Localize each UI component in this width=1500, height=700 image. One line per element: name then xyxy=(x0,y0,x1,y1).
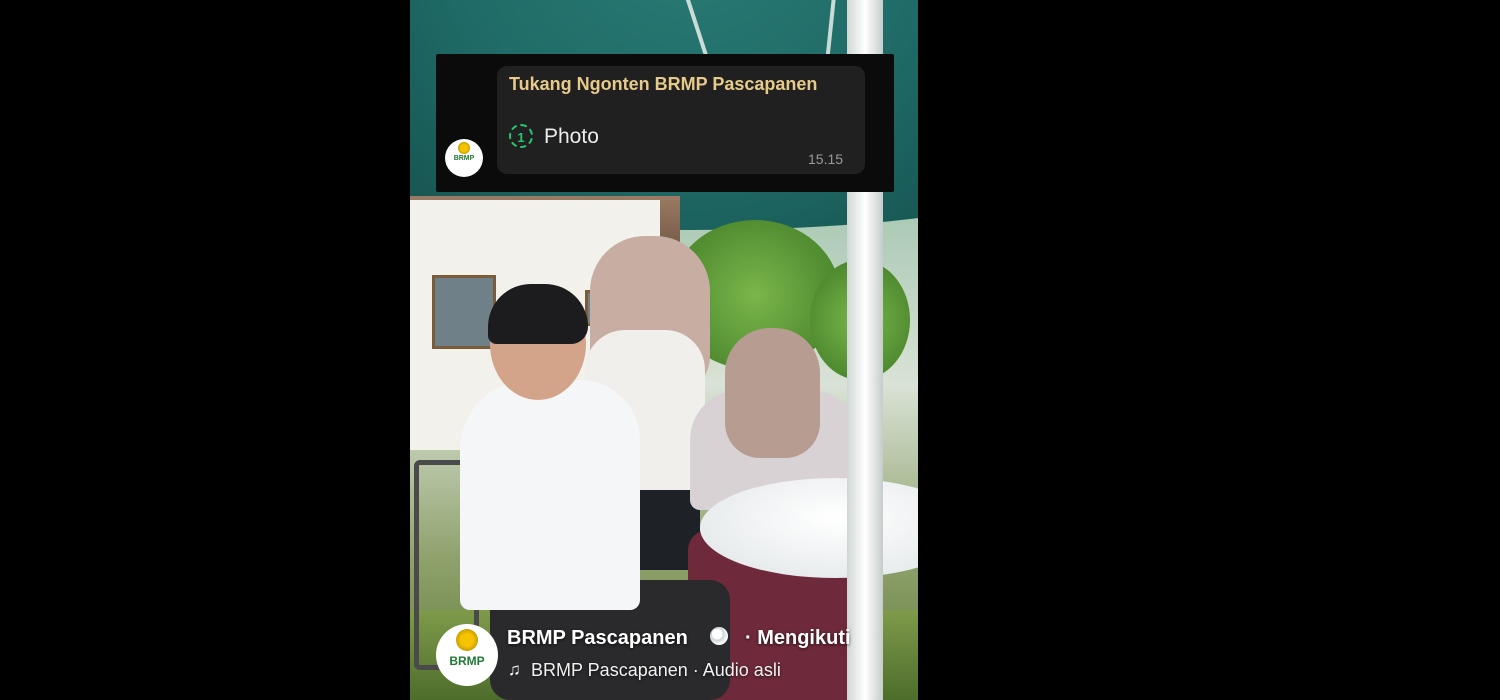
author-avatar[interactable]: BRMP xyxy=(436,624,498,686)
audio-source-link[interactable]: BRMP Pascapanen · Audio asli xyxy=(531,660,781,681)
woman-seated-hijab xyxy=(725,328,820,458)
globe-icon xyxy=(710,627,728,645)
follow-status-button[interactable]: · Mengikuti xyxy=(745,627,851,650)
building-window xyxy=(432,275,496,349)
man-body xyxy=(460,380,640,610)
brmp-logo-small: BRMP xyxy=(445,139,483,177)
author-name[interactable]: BRMP Pascapanen xyxy=(507,627,688,650)
notification-sender: Tukang Ngonten BRMP Pascapanen xyxy=(509,74,818,94)
logo-emblem-icon xyxy=(456,629,478,651)
logo-text: BRMP xyxy=(453,155,475,162)
logo-text: BRMP xyxy=(449,654,485,668)
notification-time: 15.15 xyxy=(808,151,844,167)
view-once-icon: 1 xyxy=(509,124,533,148)
music-note-icon: ♫ xyxy=(508,660,521,679)
logo-emblem-icon xyxy=(458,142,470,154)
notification-message: Photo xyxy=(544,125,599,148)
